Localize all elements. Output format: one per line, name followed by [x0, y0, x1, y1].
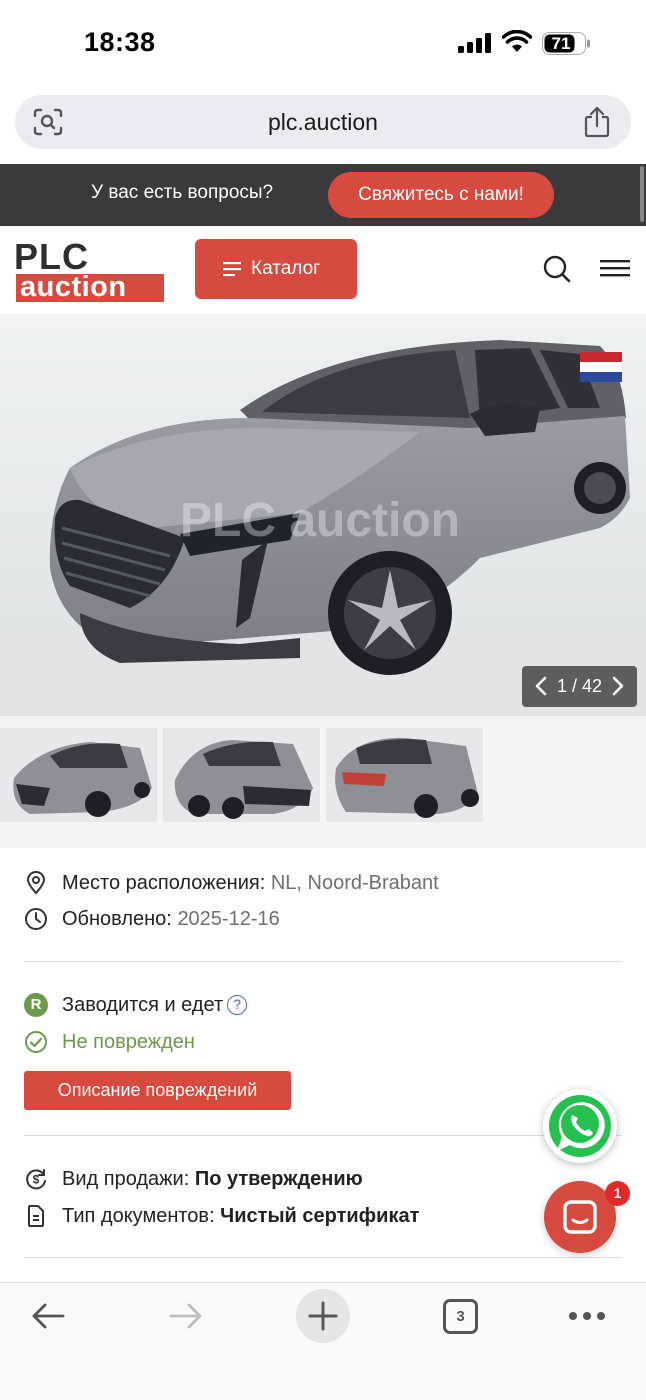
- menu-icon[interactable]: [600, 259, 630, 277]
- location-pin-icon: [26, 871, 46, 895]
- logo-text-bottom: auction: [16, 273, 164, 302]
- damage-description-button[interactable]: Описание повреждений: [24, 1071, 291, 1110]
- status-time: 18:38: [84, 27, 156, 57]
- chevron-right-icon[interactable]: [611, 675, 625, 697]
- wifi-icon: [502, 30, 532, 52]
- site-header: PLC auction Каталог: [0, 226, 646, 314]
- sale-type-value: По утверждению: [194, 1168, 363, 1190]
- forward-arrow-icon[interactable]: [168, 1301, 204, 1331]
- document-type-value: Чистый сертификат: [220, 1205, 420, 1227]
- photo-thumbnail[interactable]: [0, 728, 157, 822]
- page-scrollbar[interactable]: [640, 166, 644, 222]
- catalog-button[interactable]: Каталог: [195, 239, 357, 299]
- battery-level: 71: [551, 34, 571, 53]
- svg-text:$: $: [33, 1173, 40, 1187]
- document-type-label: Тип документов:: [62, 1205, 215, 1227]
- tabs-count-button[interactable]: 3: [443, 1299, 478, 1334]
- check-circle-icon: [25, 1031, 47, 1053]
- plc-auction-logo[interactable]: PLC auction: [14, 236, 166, 302]
- share-icon[interactable]: [583, 106, 611, 138]
- banner-question: У вас есть вопросы?: [91, 182, 274, 203]
- updated-label: Обновлено:: [62, 908, 172, 930]
- whatsapp-button[interactable]: [543, 1089, 617, 1163]
- chat-unread-badge: 1: [605, 1181, 630, 1206]
- whatsapp-icon: [549, 1095, 611, 1157]
- photo-counter: 1 / 42: [522, 666, 637, 707]
- photo-watermark: PLC auction: [180, 494, 460, 547]
- location-value: NL, Noord-Brabant: [270, 872, 439, 894]
- divider: [24, 1135, 622, 1136]
- contact-us-button[interactable]: Свяжитесь с нами!: [328, 172, 554, 218]
- browser-toolbar: 3: [0, 1282, 646, 1400]
- help-icon[interactable]: ?: [227, 995, 248, 1015]
- logo-text-top: PLC: [14, 236, 89, 277]
- netherlands-flag-icon: [580, 352, 622, 382]
- hamburger-icon: [223, 262, 241, 276]
- address-bar[interactable]: plc.auction: [15, 95, 631, 149]
- photo-thumbnail[interactable]: [163, 728, 320, 822]
- photo-thumbnail[interactable]: [326, 728, 483, 822]
- more-options-icon[interactable]: [568, 1311, 606, 1321]
- divider: [24, 961, 622, 962]
- runs-drives-text: Заводится и едет: [62, 994, 224, 1016]
- catalog-label: Каталог: [251, 258, 321, 279]
- back-arrow-icon[interactable]: [30, 1301, 66, 1331]
- damage-status-text: Не поврежден: [62, 1031, 195, 1053]
- contact-banner: У вас есть вопросы? Свяжитесь с нами!: [0, 164, 646, 226]
- car-photo-image: PLC auction: [0, 328, 646, 716]
- divider: [24, 1257, 622, 1258]
- document-icon: [28, 1205, 44, 1227]
- updated-value: 2025-12-16: [177, 908, 280, 930]
- plus-icon: [308, 1301, 338, 1331]
- status-bar: 18:38 71: [0, 0, 646, 88]
- runs-drives-badge-icon: R: [24, 993, 48, 1017]
- new-tab-button[interactable]: [296, 1289, 350, 1343]
- car-main-photo[interactable]: PLC auction: [0, 328, 646, 716]
- dollar-refresh-icon: $: [26, 1169, 46, 1190]
- battery-icon: 71: [542, 32, 590, 55]
- search-icon[interactable]: [543, 255, 571, 283]
- cellular-signal-icon: [458, 33, 491, 53]
- location-label: Место расположения:: [62, 872, 266, 894]
- clock-icon: [25, 908, 47, 930]
- sale-type-label: Вид продажи:: [62, 1168, 190, 1190]
- url-text[interactable]: plc.auction: [15, 109, 631, 136]
